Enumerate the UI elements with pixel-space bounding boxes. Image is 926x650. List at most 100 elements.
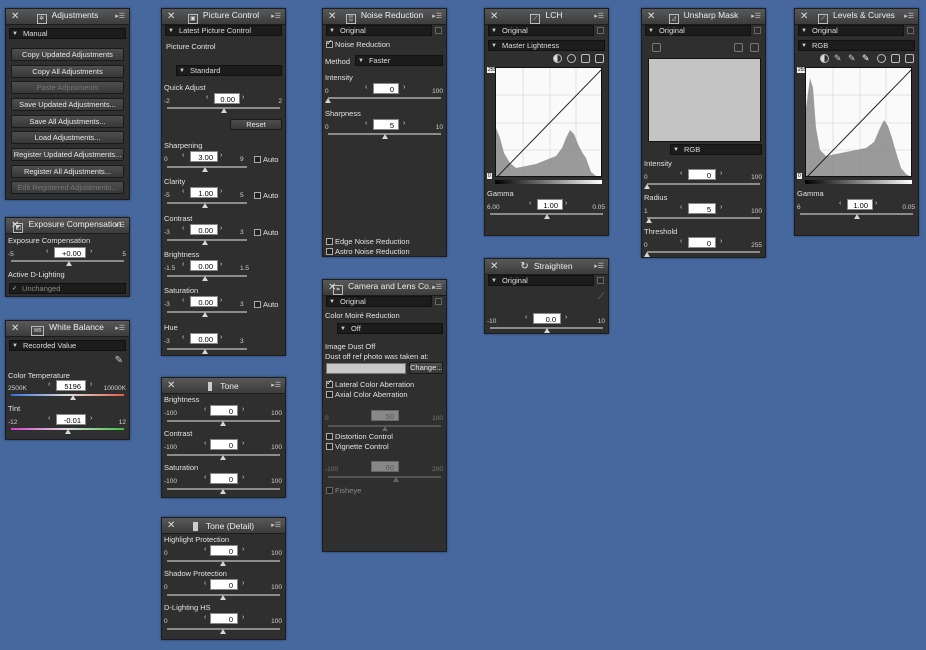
vignette-field[interactable]: 60: [371, 461, 399, 472]
noise-header[interactable]: ✕ ▒ Noise Reduction ▸☰: [323, 9, 446, 25]
panel-menu-icon[interactable]: ▸☰: [594, 12, 604, 20]
close-icon[interactable]: ✕: [800, 11, 808, 22]
slider-thumb[interactable]: [202, 275, 208, 281]
intensity-field[interactable]: 0: [373, 83, 399, 94]
close-icon[interactable]: ✕: [490, 261, 498, 272]
close-icon[interactable]: ✕: [11, 11, 19, 22]
camera-preset-dropdown[interactable]: ▼ Original: [326, 296, 432, 307]
slider-thumb[interactable]: [382, 134, 388, 139]
copy-updated-button[interactable]: Copy Updated Adjustments: [11, 48, 124, 61]
temp-value-field[interactable]: 5196: [56, 380, 86, 391]
decrement-arrow[interactable]: ‹: [182, 297, 184, 304]
decrement-arrow[interactable]: ‹: [525, 314, 527, 321]
levels-header[interactable]: ✕ ⟋ Levels & Curves ▸☰: [795, 9, 918, 25]
slider-thumb[interactable]: [220, 629, 226, 634]
reset-curve-icon[interactable]: [891, 54, 900, 63]
axial-ca-field[interactable]: 50: [371, 410, 399, 421]
increment-arrow[interactable]: ›: [242, 406, 244, 413]
tint-value-field[interactable]: -0.01: [56, 414, 86, 425]
edit-registered-button[interactable]: Edit Registered Adjustments...: [11, 181, 124, 194]
picture-control-header[interactable]: ✕ ▣ Picture Control ▸☰: [162, 9, 285, 25]
auto-checkbox[interactable]: [254, 156, 261, 163]
decrement-arrow[interactable]: ‹: [680, 204, 682, 211]
threshold-field[interactable]: 0: [688, 237, 716, 248]
straighten-preset-dropdown[interactable]: ▼ Original: [488, 275, 594, 286]
lch-preset-dropdown[interactable]: ▼ Original: [488, 25, 594, 36]
slider-thumb[interactable]: [202, 203, 208, 209]
decrement-arrow[interactable]: ‹: [839, 200, 841, 207]
slider-thumb[interactable]: [544, 214, 550, 219]
vignette-checkbox[interactable]: [326, 443, 333, 450]
lch-enable-checkbox[interactable]: [597, 27, 604, 34]
unsharp-channel-dropdown[interactable]: ▼ RGB: [670, 144, 762, 155]
increment-arrow[interactable]: ›: [720, 238, 722, 245]
panel-menu-icon[interactable]: ▸☰: [115, 221, 125, 229]
method-dropdown[interactable]: ▼ Faster: [355, 55, 443, 66]
wb-mode-dropdown[interactable]: ▼ Recorded Value: [9, 340, 126, 351]
increment-arrow[interactable]: ›: [242, 94, 244, 101]
change-button[interactable]: Change...: [409, 362, 443, 374]
panel-menu-icon[interactable]: ▸☰: [432, 12, 442, 20]
reset-button[interactable]: Reset: [230, 119, 282, 130]
move-down-icon[interactable]: [750, 43, 759, 52]
increment-arrow[interactable]: ›: [220, 152, 222, 159]
vignette-slider[interactable]: [328, 476, 441, 478]
param-value-field[interactable]: 1.00: [190, 187, 218, 199]
eyedropper-icon[interactable]: ✎: [115, 355, 123, 366]
increment-arrow[interactable]: ›: [242, 474, 244, 481]
add-mask-icon[interactable]: [652, 43, 661, 52]
auto-checkbox[interactable]: [254, 301, 261, 309]
decrement-arrow[interactable]: ‹: [529, 200, 531, 207]
panel-menu-icon[interactable]: ▸☰: [271, 521, 281, 529]
decrement-arrow[interactable]: ‹: [204, 406, 206, 413]
increment-arrow[interactable]: ›: [720, 170, 722, 177]
style-dropdown[interactable]: ▼ Standard: [176, 65, 282, 76]
slider-thumb[interactable]: [70, 395, 76, 400]
auto-checkbox[interactable]: [254, 228, 261, 236]
quick-adjust-field[interactable]: 0.00: [214, 93, 240, 104]
increment-arrow[interactable]: ›: [242, 546, 244, 553]
adjustments-mode-dropdown[interactable]: ▼ Manual: [9, 28, 126, 39]
param-value-field[interactable]: 0: [210, 613, 238, 624]
slider-thumb[interactable]: [544, 328, 550, 333]
move-up-icon[interactable]: [734, 43, 743, 52]
param-value-field[interactable]: 3.00: [190, 151, 218, 162]
increment-arrow[interactable]: ›: [565, 314, 567, 321]
close-icon[interactable]: ✕: [167, 11, 175, 22]
param-value-field[interactable]: 0.00: [190, 332, 218, 344]
slider-thumb[interactable]: [221, 108, 227, 113]
levels-curve-graph[interactable]: [805, 67, 912, 177]
crosshair-icon[interactable]: [567, 54, 576, 63]
slider-thumb[interactable]: [325, 98, 331, 103]
lch-curve-graph[interactable]: [495, 67, 602, 177]
levels-enable-checkbox[interactable]: [907, 27, 914, 34]
close-icon[interactable]: ✕: [647, 11, 655, 22]
increment-arrow[interactable]: ›: [220, 188, 222, 195]
straighten-field[interactable]: 0.0: [533, 313, 561, 324]
close-icon[interactable]: ✕: [167, 380, 175, 391]
slider-thumb[interactable]: [644, 184, 650, 189]
contrast-icon[interactable]: [820, 54, 829, 63]
tone-header[interactable]: ✕ Tone ▸☰: [162, 378, 285, 394]
param-value-field[interactable]: 0: [210, 405, 238, 416]
auto-curve-icon[interactable]: [905, 54, 914, 63]
close-icon[interactable]: ✕: [490, 11, 498, 22]
register-all-button[interactable]: Register All Adjustments...: [11, 165, 124, 178]
param-value-field[interactable]: 0: [210, 579, 238, 590]
panel-menu-icon[interactable]: ▸☰: [751, 12, 761, 20]
decrement-arrow[interactable]: ‹: [204, 474, 206, 481]
close-icon[interactable]: ✕: [328, 11, 336, 22]
increment-arrow[interactable]: ›: [90, 381, 92, 388]
increment-arrow[interactable]: ›: [242, 440, 244, 447]
panel-menu-icon[interactable]: ▸☰: [271, 381, 281, 389]
picture-preset-dropdown[interactable]: ▼ Latest Picture Control: [165, 25, 282, 36]
decrement-arrow[interactable]: ‹: [182, 261, 184, 268]
register-updated-button[interactable]: Register Updated Adjustments...: [11, 148, 124, 161]
increment-arrow[interactable]: ›: [220, 334, 222, 341]
axial-ca-checkbox[interactable]: [326, 391, 333, 398]
intensity-slider[interactable]: [647, 183, 760, 185]
increment-arrow[interactable]: ›: [565, 200, 567, 207]
slider-thumb[interactable]: [66, 261, 72, 266]
close-icon[interactable]: ✕: [11, 220, 19, 231]
panel-menu-icon[interactable]: ▸☰: [271, 12, 281, 20]
